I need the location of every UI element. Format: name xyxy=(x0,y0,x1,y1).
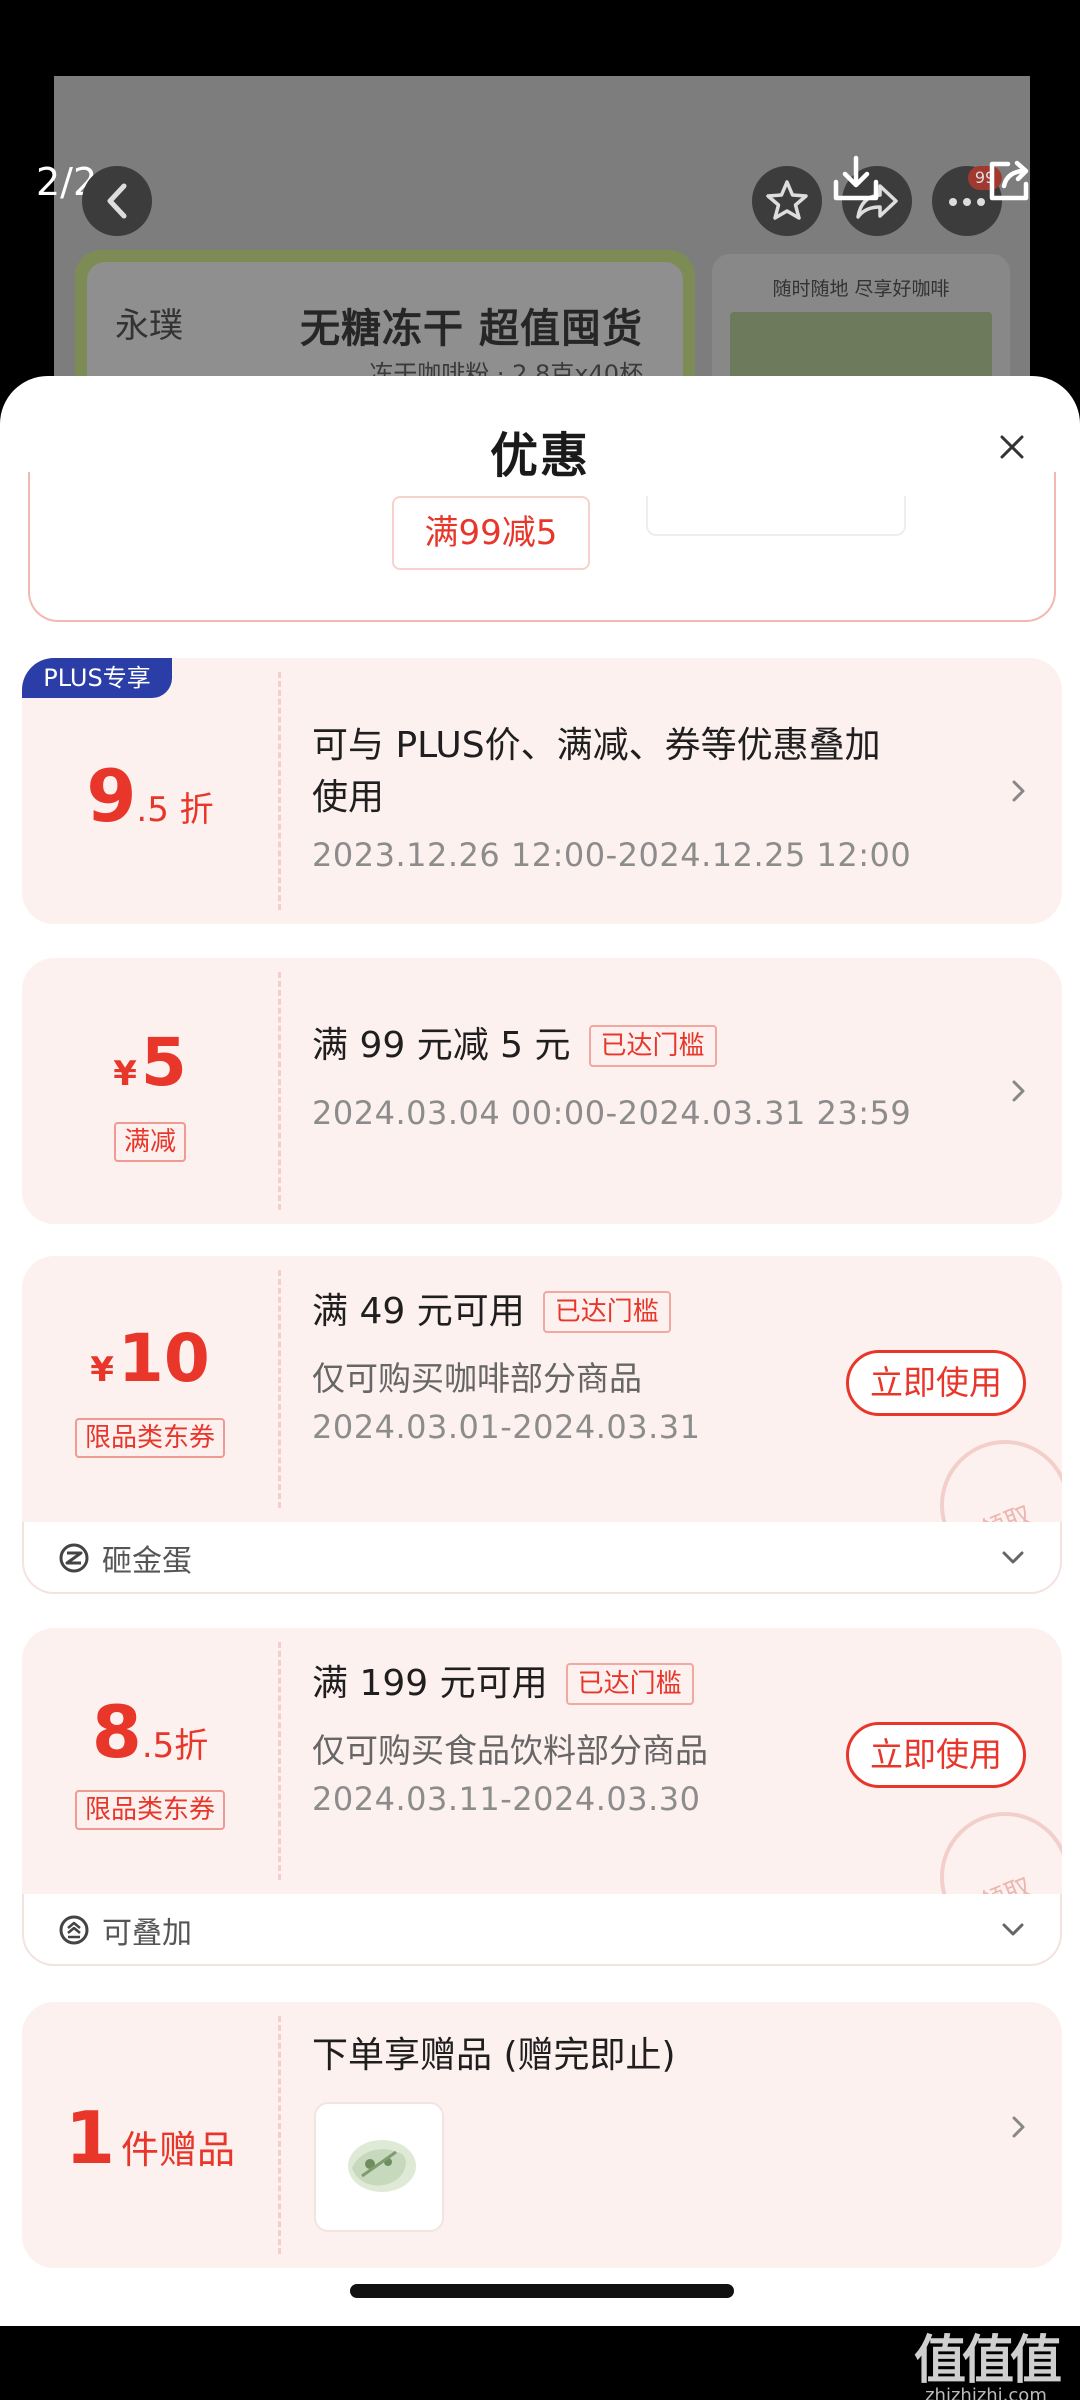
coupon-description: 可与 PLUS价、满减、券等优惠叠加 xyxy=(312,725,881,766)
currency-symbol: ¥ xyxy=(90,1350,114,1390)
gift-count-label: 件赠品 xyxy=(121,2128,236,2172)
golden-egg-icon xyxy=(59,1543,89,1573)
threshold-reached-tag: 已达门槛 xyxy=(565,1663,694,1705)
chevron-left-icon xyxy=(107,183,127,219)
coupon-value-small: .5折 xyxy=(141,1726,209,1766)
coupon-title: 满 199 元可用 已达门槛 xyxy=(312,1658,694,1710)
currency-symbol: ¥ xyxy=(113,1054,137,1094)
coupon-value-main: 5 xyxy=(140,1024,187,1101)
gift-count-number: 1 xyxy=(64,2096,116,2180)
watermark-mark: 值值值 xyxy=(913,2331,1062,2391)
coupon-type-tag: 限品类东券 xyxy=(74,1790,225,1830)
chevron-right-icon xyxy=(1012,780,1025,802)
coupon-value-main: 8 xyxy=(91,1690,142,1774)
use-now-button[interactable]: 立即使用 xyxy=(846,1350,1026,1416)
coupon-footer-stackable[interactable]: 可叠加 xyxy=(22,1894,1062,1966)
coupon-footer-golden-egg[interactable]: 砸金蛋 xyxy=(22,1522,1062,1594)
chevron-right-icon xyxy=(1012,2116,1025,2138)
side-banner-text: 随时随地 尽享好咖啡 xyxy=(772,278,950,300)
coupon-type-tag: 限品类东券 xyxy=(74,1418,225,1458)
back-button[interactable] xyxy=(82,166,152,236)
coupon-type-tag: 满减 xyxy=(113,1122,186,1162)
chevron-down-icon[interactable] xyxy=(998,1548,1028,1568)
coupon-scope: 仅可购买食品饮料部分商品 xyxy=(312,1731,708,1770)
close-icon[interactable] xyxy=(996,431,1028,463)
coupon-value-main: 9 xyxy=(86,754,137,838)
coupon-value: ¥10 xyxy=(22,1320,278,1397)
gift-thumbnail[interactable] xyxy=(314,2102,444,2232)
promotion-tag-empty xyxy=(646,496,906,536)
plus-discount-coupon[interactable]: PLUS专享 9.5 折 可与 PLUS价、满减、券等优惠叠加 使用 2023.… xyxy=(22,658,1062,924)
coupon-value: 8.5折 xyxy=(22,1690,278,1774)
export-icon[interactable] xyxy=(984,156,1034,204)
use-now-button[interactable]: 立即使用 xyxy=(846,1722,1026,1788)
coupon-scope: 仅可购买咖啡部分商品 xyxy=(312,1359,642,1398)
coupon-title: 满 99 元减 5 元已达门槛 xyxy=(312,1020,717,1072)
category-coupon-10[interactable]: ¥10 限品类东券 满 49 元可用 已达门槛 仅可购买咖啡部分商品 2024.0… xyxy=(22,1256,1062,1522)
threshold-reached-tag: 已达门槛 xyxy=(588,1025,717,1067)
plus-exclusive-badge: PLUS专享 xyxy=(22,658,172,698)
claimed-stamp: 已领取 xyxy=(940,1812,1062,1894)
gift-offer[interactable]: 1 件赠品 下单享赠品 (赠完即止) xyxy=(22,2002,1062,2268)
gift-image xyxy=(348,2140,416,2192)
chevron-down-icon[interactable] xyxy=(998,1920,1028,1940)
coupon-description-line2: 使用 xyxy=(312,777,385,818)
coupon-value: 9.5 折 xyxy=(22,754,278,838)
product-headline: 无糖冻干 超值囤货 xyxy=(300,306,643,352)
favorite-button[interactable] xyxy=(752,166,822,236)
coupon-date: 2024.03.04 00:00-2024.03.31 23:59 xyxy=(312,1094,912,1132)
category-coupon-85[interactable]: 8.5折 限品类东券 满 199 元可用 已达门槛 仅可购买食品饮料部分商品 20… xyxy=(22,1628,1062,1894)
star-icon xyxy=(766,180,808,220)
coupon-date: 2023.12.26 12:00-2024.12.25 12:00 xyxy=(312,836,912,874)
site-watermark: 值值值 zhizhizhi.com xyxy=(913,2318,1062,2400)
coupon-value-main: 10 xyxy=(117,1320,210,1397)
coupon-value-small: .5 折 xyxy=(136,790,214,830)
chevron-right-icon xyxy=(1012,1080,1025,1102)
stack-icon xyxy=(59,1915,89,1945)
download-icon[interactable] xyxy=(830,152,882,204)
claimed-stamp: 已领取 xyxy=(940,1440,1062,1522)
coupon-date: 2024.03.01-2024.03.31 xyxy=(312,1408,701,1446)
threshold-reached-tag: 已达门槛 xyxy=(542,1291,671,1333)
gift-title: 下单享赠品 (赠完即止) xyxy=(312,2035,676,2076)
discount-sheet: 优惠 满99减5 PLUS专享 9.5 折 可与 PLUS价、满减、券等优惠叠加… xyxy=(0,376,1080,2326)
watermark-site: zhizhizhi.com xyxy=(925,2385,1047,2400)
gift-count: 1 件赠品 xyxy=(22,2096,278,2180)
footer-label: 砸金蛋 xyxy=(102,1544,192,1579)
full-reduction-coupon[interactable]: ¥5 满减 满 99 元减 5 元已达门槛 2024.03.04 00:00-2… xyxy=(22,958,1062,1224)
brand-logo: 永璞 xyxy=(115,306,183,346)
home-indicator[interactable] xyxy=(350,2284,734,2298)
promotion-tag: 满99减5 xyxy=(392,496,590,570)
coupon-value: ¥5 xyxy=(22,1024,278,1101)
coupon-date: 2024.03.11-2024.03.30 xyxy=(312,1780,701,1818)
footer-label: 可叠加 xyxy=(102,1916,192,1951)
coupon-title: 满 49 元可用 已达门槛 xyxy=(312,1286,671,1338)
